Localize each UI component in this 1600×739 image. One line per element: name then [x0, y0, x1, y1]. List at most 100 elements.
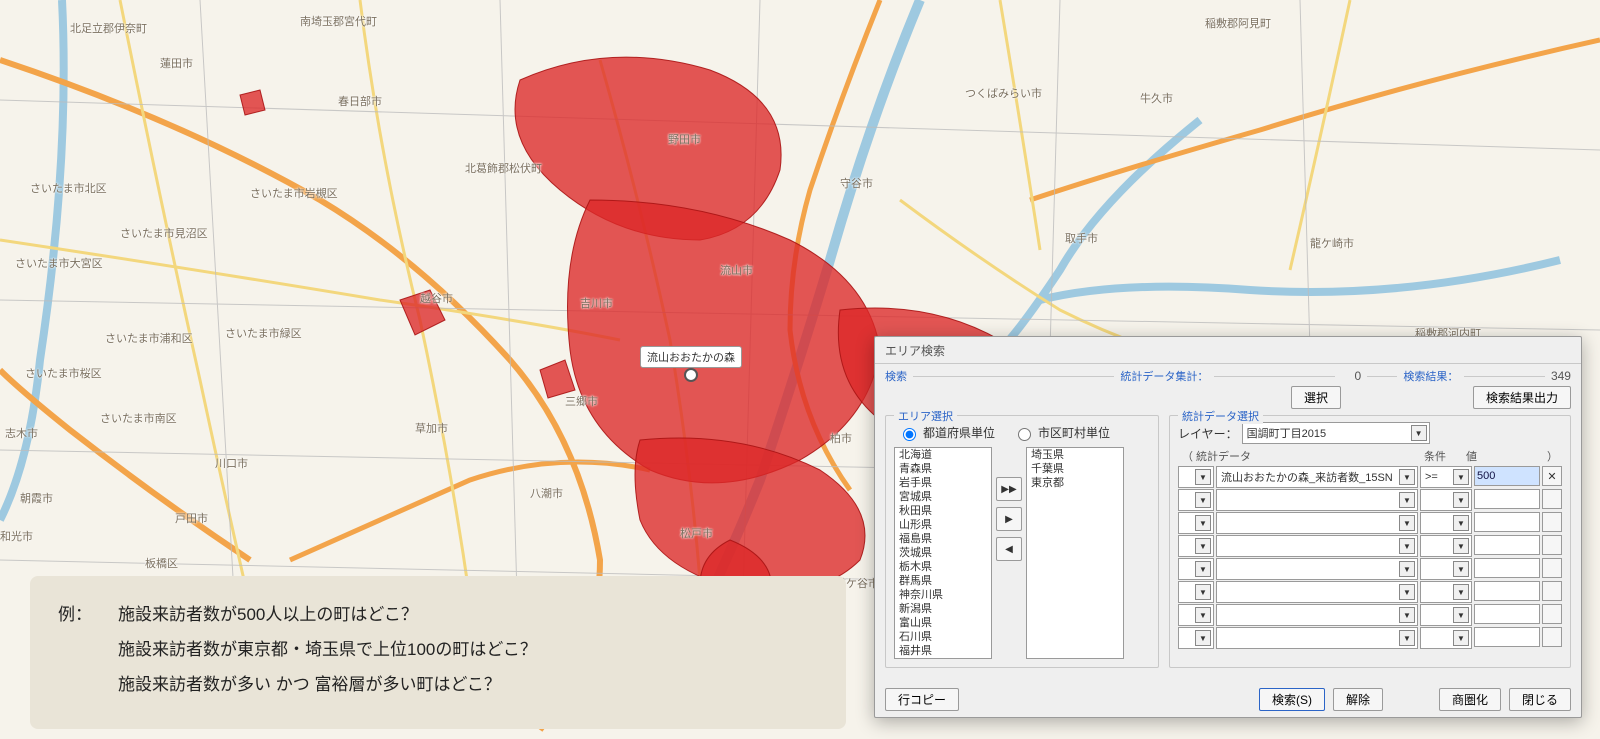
list-item[interactable]: 栃木県: [895, 560, 991, 574]
stat-combo[interactable]: ▼: [1216, 604, 1418, 626]
stat-combo[interactable]: ▼: [1216, 535, 1418, 557]
list-item[interactable]: 埼玉県: [1027, 448, 1123, 462]
paren-open-combo[interactable]: ▼: [1178, 535, 1214, 557]
cond-combo[interactable]: ▼: [1420, 627, 1472, 649]
list-item[interactable]: 東京都: [1027, 476, 1123, 490]
chevron-down-icon: ▼: [1399, 584, 1415, 600]
cond-combo[interactable]: ▼: [1420, 604, 1472, 626]
condition-row: ▼ ▼ ▼: [1178, 627, 1562, 649]
list-item[interactable]: 千葉県: [1027, 462, 1123, 476]
list-item[interactable]: 群馬県: [895, 574, 991, 588]
prefecture-selected-list[interactable]: 埼玉県千葉県東京都: [1026, 447, 1124, 659]
cond-combo[interactable]: ▼: [1420, 512, 1472, 534]
list-item[interactable]: 茨城県: [895, 546, 991, 560]
condition-grid: ▼流山おおたかの森_来訪者数_15SN▼>=▼✕▼▼▼▼▼▼▼▼▼▼▼▼▼▼▼▼…: [1178, 466, 1562, 649]
radio-city[interactable]: 市区町村単位: [1013, 424, 1110, 441]
remove-row-button[interactable]: [1542, 489, 1562, 509]
list-item[interactable]: 岩手県: [895, 476, 991, 490]
area-select-legend: エリア選択: [894, 408, 957, 424]
chevron-down-icon: ▼: [1453, 492, 1469, 508]
remove-row-button[interactable]: [1542, 535, 1562, 555]
value-input[interactable]: [1474, 535, 1540, 555]
remove-row-button[interactable]: [1542, 604, 1562, 624]
radio-prefecture-input[interactable]: [903, 428, 916, 441]
value-input[interactable]: [1474, 489, 1540, 509]
prefecture-source-list[interactable]: 北海道青森県岩手県宮城県秋田県山形県福島県茨城県栃木県群馬県神奈川県新潟県富山県…: [894, 447, 992, 659]
stat-data-legend: 統計データ選択: [1178, 408, 1263, 424]
remove-row-button[interactable]: ✕: [1542, 466, 1562, 486]
stat-combo[interactable]: ▼: [1216, 558, 1418, 580]
remove-row-button[interactable]: [1542, 512, 1562, 532]
example-annotation: 例：施設来訪者数が500人以上の町はどこ？ 施設来訪者数が東京都・埼玉県で上位1…: [30, 576, 846, 729]
chevron-down-icon: ▼: [1195, 607, 1211, 623]
group-label-result: 検索結果：: [1403, 368, 1458, 384]
condition-row: ▼▼▼: [1178, 489, 1562, 511]
list-item[interactable]: 福島県: [895, 532, 991, 546]
row-copy-button[interactable]: 行コピー: [885, 688, 959, 711]
paren-open-combo[interactable]: ▼: [1178, 558, 1214, 580]
cond-combo[interactable]: ▼: [1420, 581, 1472, 603]
list-item[interactable]: 福井県: [895, 644, 991, 658]
move-right-button[interactable]: ▶▶: [996, 477, 1022, 501]
cond-combo[interactable]: >=▼: [1420, 466, 1472, 488]
area-search-dialog: エリア検索 検索 統計データ集計： 0 検索結果： 349 選択 検索結果出力 …: [874, 336, 1582, 718]
list-item[interactable]: 北海道: [895, 448, 991, 462]
stat-combo[interactable]: ▼: [1216, 581, 1418, 603]
list-item[interactable]: 神奈川県: [895, 588, 991, 602]
col-paren-open: （: [1182, 448, 1196, 464]
move-single-right-button[interactable]: ▶: [996, 507, 1022, 531]
value-input[interactable]: [1474, 558, 1540, 578]
layer-combo[interactable]: 国調町丁目2015 ▼: [1242, 422, 1430, 444]
chevron-down-icon: ▼: [1195, 630, 1211, 646]
stat-combo[interactable]: ▼: [1216, 512, 1418, 534]
value-input[interactable]: [1474, 604, 1540, 624]
chevron-down-icon: ▼: [1195, 538, 1211, 554]
move-left-button[interactable]: ◀: [996, 537, 1022, 561]
map-marker[interactable]: 流山おおたかの森: [684, 368, 698, 382]
paren-open-combo[interactable]: ▼: [1178, 466, 1214, 488]
paren-open-combo[interactable]: ▼: [1178, 489, 1214, 511]
clear-button[interactable]: 解除: [1333, 688, 1383, 711]
stat-combo[interactable]: 流山おおたかの森_来訪者数_15SN▼: [1216, 466, 1418, 488]
stat-combo[interactable]: ▼: [1216, 489, 1418, 511]
paren-open-combo[interactable]: ▼: [1178, 604, 1214, 626]
condition-row: ▼▼▼: [1178, 558, 1562, 580]
list-item[interactable]: 山梨県: [895, 658, 991, 659]
chevron-down-icon: ▼: [1411, 425, 1427, 441]
close-button[interactable]: 閉じる: [1509, 688, 1571, 711]
paren-open-combo[interactable]: ▼: [1178, 512, 1214, 534]
list-item[interactable]: 秋田県: [895, 504, 991, 518]
cond-combo[interactable]: ▼: [1420, 535, 1472, 557]
remove-row-button[interactable]: [1542, 581, 1562, 601]
stat-combo[interactable]: ▼: [1216, 627, 1418, 649]
radio-city-input[interactable]: [1018, 428, 1031, 441]
value-input[interactable]: [1474, 581, 1540, 601]
value-input[interactable]: [1474, 512, 1540, 532]
chevron-down-icon: ▼: [1453, 630, 1469, 646]
area-select-group: エリア選択 都道府県単位 市区町村単位 北海道青森県岩手県宮城県秋田県山形県福島…: [885, 415, 1159, 668]
remove-row-button[interactable]: [1542, 558, 1562, 578]
select-button[interactable]: 選択: [1291, 386, 1341, 409]
paren-open-combo[interactable]: ▼: [1178, 627, 1214, 649]
paren-open-combo[interactable]: ▼: [1178, 581, 1214, 603]
condition-row: ▼流山おおたかの森_来訪者数_15SN▼>=▼ ✕: [1178, 466, 1562, 488]
value-input[interactable]: [1474, 627, 1540, 647]
radio-prefecture[interactable]: 都道府県単位: [898, 424, 995, 441]
list-item[interactable]: 宮城県: [895, 490, 991, 504]
trade-area-button[interactable]: 商圏化: [1439, 688, 1501, 711]
cond-combo[interactable]: ▼: [1420, 489, 1472, 511]
layer-combo-value: 国調町丁目2015: [1247, 425, 1326, 441]
value-input[interactable]: [1474, 466, 1540, 486]
list-item[interactable]: 新潟県: [895, 602, 991, 616]
list-item[interactable]: 富山県: [895, 616, 991, 630]
search-button[interactable]: 検索(S): [1259, 688, 1325, 711]
map-marker-pin-icon: [684, 368, 698, 382]
list-item[interactable]: 青森県: [895, 462, 991, 476]
example-line-2: 施設来訪者数が東京都・埼玉県で上位100の町はどこ？: [118, 640, 537, 659]
list-item[interactable]: 山形県: [895, 518, 991, 532]
list-item[interactable]: 石川県: [895, 630, 991, 644]
stat-data-group: 統計データ選択 レイヤー： 国調町丁目2015 ▼ （ 統計データ 条件 値 ）…: [1169, 415, 1571, 668]
cond-combo[interactable]: ▼: [1420, 558, 1472, 580]
export-results-button[interactable]: 検索結果出力: [1473, 386, 1571, 409]
remove-row-button[interactable]: [1542, 627, 1562, 647]
